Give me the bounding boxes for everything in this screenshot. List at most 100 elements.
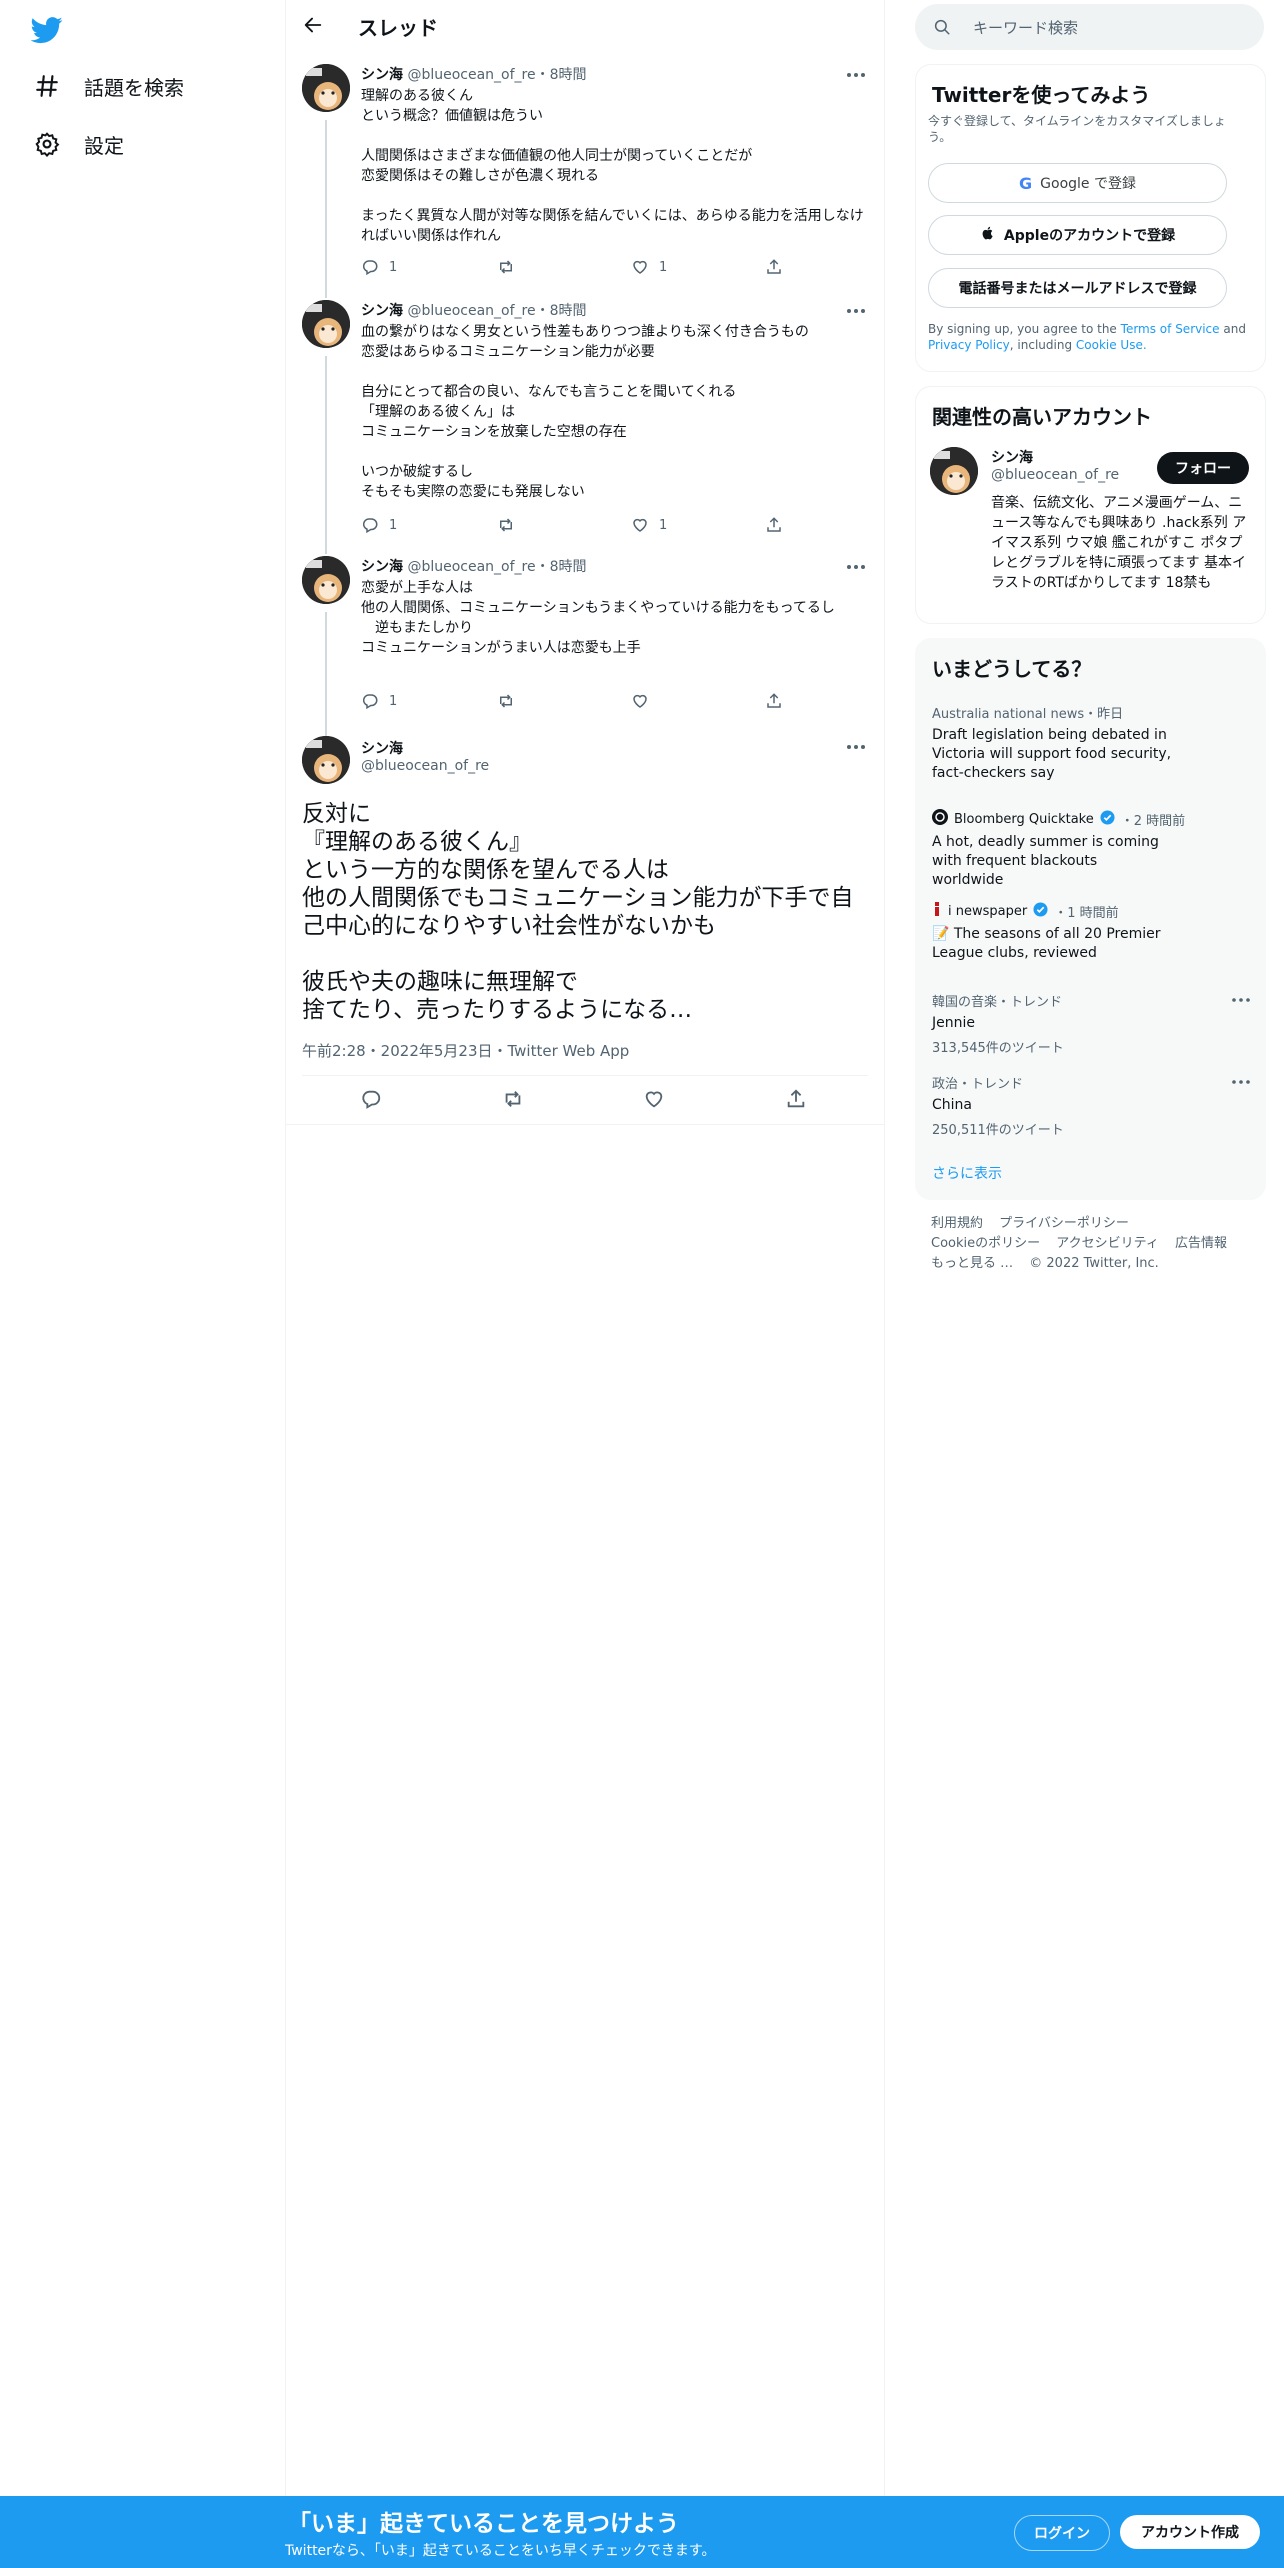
trend-item[interactable]: Bloomberg Quicktake ・2 時間前 A hot, deadly… xyxy=(932,809,1252,890)
avatar[interactable] xyxy=(302,300,350,348)
tweet-time[interactable]: 8時間 xyxy=(550,67,587,83)
footer-link[interactable]: プライバシーポリシー xyxy=(999,1216,1129,1231)
share-button[interactable] xyxy=(765,692,783,710)
more-options-icon[interactable] xyxy=(844,302,868,320)
author-name[interactable]: シン海 xyxy=(361,559,403,575)
retweet-button[interactable] xyxy=(497,258,525,276)
trend-item[interactable]: 韓国の音楽・トレンド Jennie 313,545件のツイート xyxy=(932,991,1252,1056)
create-account-button[interactable]: アカウント作成 xyxy=(1120,2515,1260,2549)
trend-context: 政治・トレンド xyxy=(932,1077,1024,1092)
twitter-bird-icon[interactable] xyxy=(30,14,63,46)
inewspaper-logo-icon xyxy=(932,901,942,921)
more-options-icon[interactable] xyxy=(844,558,868,576)
reply-button[interactable] xyxy=(360,1088,384,1112)
tweet-time[interactable]: 8時間 xyxy=(550,559,587,575)
related-account-handle[interactable]: @blueocean_of_re xyxy=(991,467,1119,483)
reply-count: 1 xyxy=(389,259,398,275)
more-options-icon[interactable] xyxy=(1230,991,1252,1009)
terms-of-service-link[interactable]: Terms of Service xyxy=(1121,322,1220,336)
google-icon: G xyxy=(1019,173,1033,193)
avatar[interactable] xyxy=(302,64,350,112)
google-signup-button[interactable]: G Google で登録 xyxy=(928,163,1227,203)
show-more-link[interactable]: さらに表示 xyxy=(932,1163,1002,1183)
related-account-name[interactable]: シン海 xyxy=(991,447,1033,467)
footer-more-link[interactable]: もっと見る … xyxy=(931,1256,1013,1271)
search-bar[interactable] xyxy=(915,4,1264,52)
trend-context: 韓国の音楽・トレンド xyxy=(932,995,1063,1010)
like-count: 1 xyxy=(659,259,668,275)
like-button[interactable]: 1 xyxy=(631,516,667,534)
cookie-use-link[interactable]: Cookie Use. xyxy=(1076,338,1147,352)
trend-title: 📝 The seasons of all 20 Premier League c… xyxy=(932,926,1161,961)
trend-item[interactable]: Australia national news・昨日 Draft legisla… xyxy=(932,703,1252,783)
verified-badge-icon xyxy=(1100,809,1115,829)
share-icon xyxy=(787,1089,805,1108)
retweet-icon xyxy=(497,516,515,534)
footer-link[interactable]: 利用規約 xyxy=(931,1216,983,1231)
terms-and: and xyxy=(1223,322,1246,336)
like-button[interactable]: 1 xyxy=(631,258,667,276)
author-name[interactable]: シン海 xyxy=(361,738,403,758)
apple-signup-button[interactable]: Appleのアカウントで登録 xyxy=(928,215,1227,255)
follow-button[interactable]: フォロー xyxy=(1157,452,1249,484)
login-button[interactable]: ログイン xyxy=(1014,2515,1110,2551)
tweet-meta: シン海 @blueocean_of_re・8時間 xyxy=(361,300,587,320)
trend-context: Australia national news・昨日 xyxy=(932,707,1124,722)
privacy-policy-link[interactable]: Privacy Policy xyxy=(928,338,1010,352)
author-handle[interactable]: @blueocean_of_re xyxy=(407,303,535,319)
bloomberg-logo-icon xyxy=(932,809,948,829)
footer-link[interactable]: 広告情報 xyxy=(1175,1236,1227,1251)
thread-connector xyxy=(325,612,327,738)
author-name[interactable]: シン海 xyxy=(361,67,403,83)
reply-icon xyxy=(361,516,379,534)
signup-card-title: Twitterを使ってみよう xyxy=(932,83,1151,107)
trend-title: Draft legislation being debated in Victo… xyxy=(932,727,1172,781)
author-handle[interactable]: @blueocean_of_re xyxy=(407,67,535,83)
footer-link[interactable]: Cookieのポリシー xyxy=(931,1236,1040,1251)
search-icon xyxy=(933,18,951,36)
share-button[interactable] xyxy=(765,516,783,534)
trend-count: 313,545件のツイート xyxy=(932,1041,1064,1056)
search-input[interactable] xyxy=(971,4,1255,52)
like-button[interactable] xyxy=(631,692,659,710)
phone-email-signup-button[interactable]: 電話番号またはメールアドレスで登録 xyxy=(928,268,1227,308)
retweet-button[interactable] xyxy=(497,516,525,534)
share-button[interactable] xyxy=(785,1088,809,1112)
nav-item-settings[interactable]: 設定 xyxy=(34,124,124,164)
share-icon xyxy=(765,516,783,534)
nav-item-explore[interactable]: 話題を検索 xyxy=(34,66,184,106)
reply-icon xyxy=(362,1090,381,1109)
reply-button[interactable]: 1 xyxy=(361,258,397,276)
banner-subtitle: Twitterなら、「いま」起きていることをいち早くチェックできます。 xyxy=(285,2543,716,2559)
more-options-icon[interactable] xyxy=(844,66,868,84)
share-button[interactable] xyxy=(765,258,783,276)
signup-card: Twitterを使ってみよう 今すぐ登録して、タイムラインをカスタマイズしましょ… xyxy=(915,64,1266,372)
retweet-button[interactable] xyxy=(502,1088,526,1112)
like-count: 1 xyxy=(659,517,668,533)
reply-button[interactable]: 1 xyxy=(361,516,397,534)
author-handle[interactable]: @blueocean_of_re xyxy=(361,758,489,774)
avatar[interactable] xyxy=(302,556,350,604)
reply-icon xyxy=(361,258,379,276)
tweet-meta: シン海 @blueocean_of_re・8時間 xyxy=(361,64,587,84)
avatar[interactable] xyxy=(930,447,978,495)
reply-count: 1 xyxy=(389,517,398,533)
tweet-time[interactable]: 8時間 xyxy=(550,303,587,319)
author-handle[interactable]: @blueocean_of_re xyxy=(407,559,535,575)
like-button[interactable] xyxy=(643,1088,667,1112)
trend-item[interactable]: i newspaper ・1 時間前 📝 The seasons of all … xyxy=(932,901,1252,963)
reply-count: 1 xyxy=(389,693,398,709)
footer-link[interactable]: アクセシビリティ xyxy=(1056,1236,1159,1251)
back-button[interactable] xyxy=(302,14,326,38)
tweet-meta: シン海 @blueocean_of_re・8時間 xyxy=(361,556,587,576)
avatar[interactable] xyxy=(302,736,350,784)
phone-email-signup-label: 電話番号またはメールアドレスで登録 xyxy=(958,281,1197,297)
reply-button[interactable]: 1 xyxy=(361,692,397,710)
author-name[interactable]: シン海 xyxy=(361,303,403,319)
more-options-icon[interactable] xyxy=(844,738,868,756)
tweet-actions: 1 1 xyxy=(361,258,801,278)
tweet-timestamp[interactable]: 午前2:28・2022年5月23日・Twitter Web App xyxy=(302,1040,629,1061)
trend-item[interactable]: 政治・トレンド China 250,511件のツイート xyxy=(932,1073,1252,1138)
more-options-icon[interactable] xyxy=(1230,1073,1252,1091)
retweet-button[interactable] xyxy=(497,692,525,710)
